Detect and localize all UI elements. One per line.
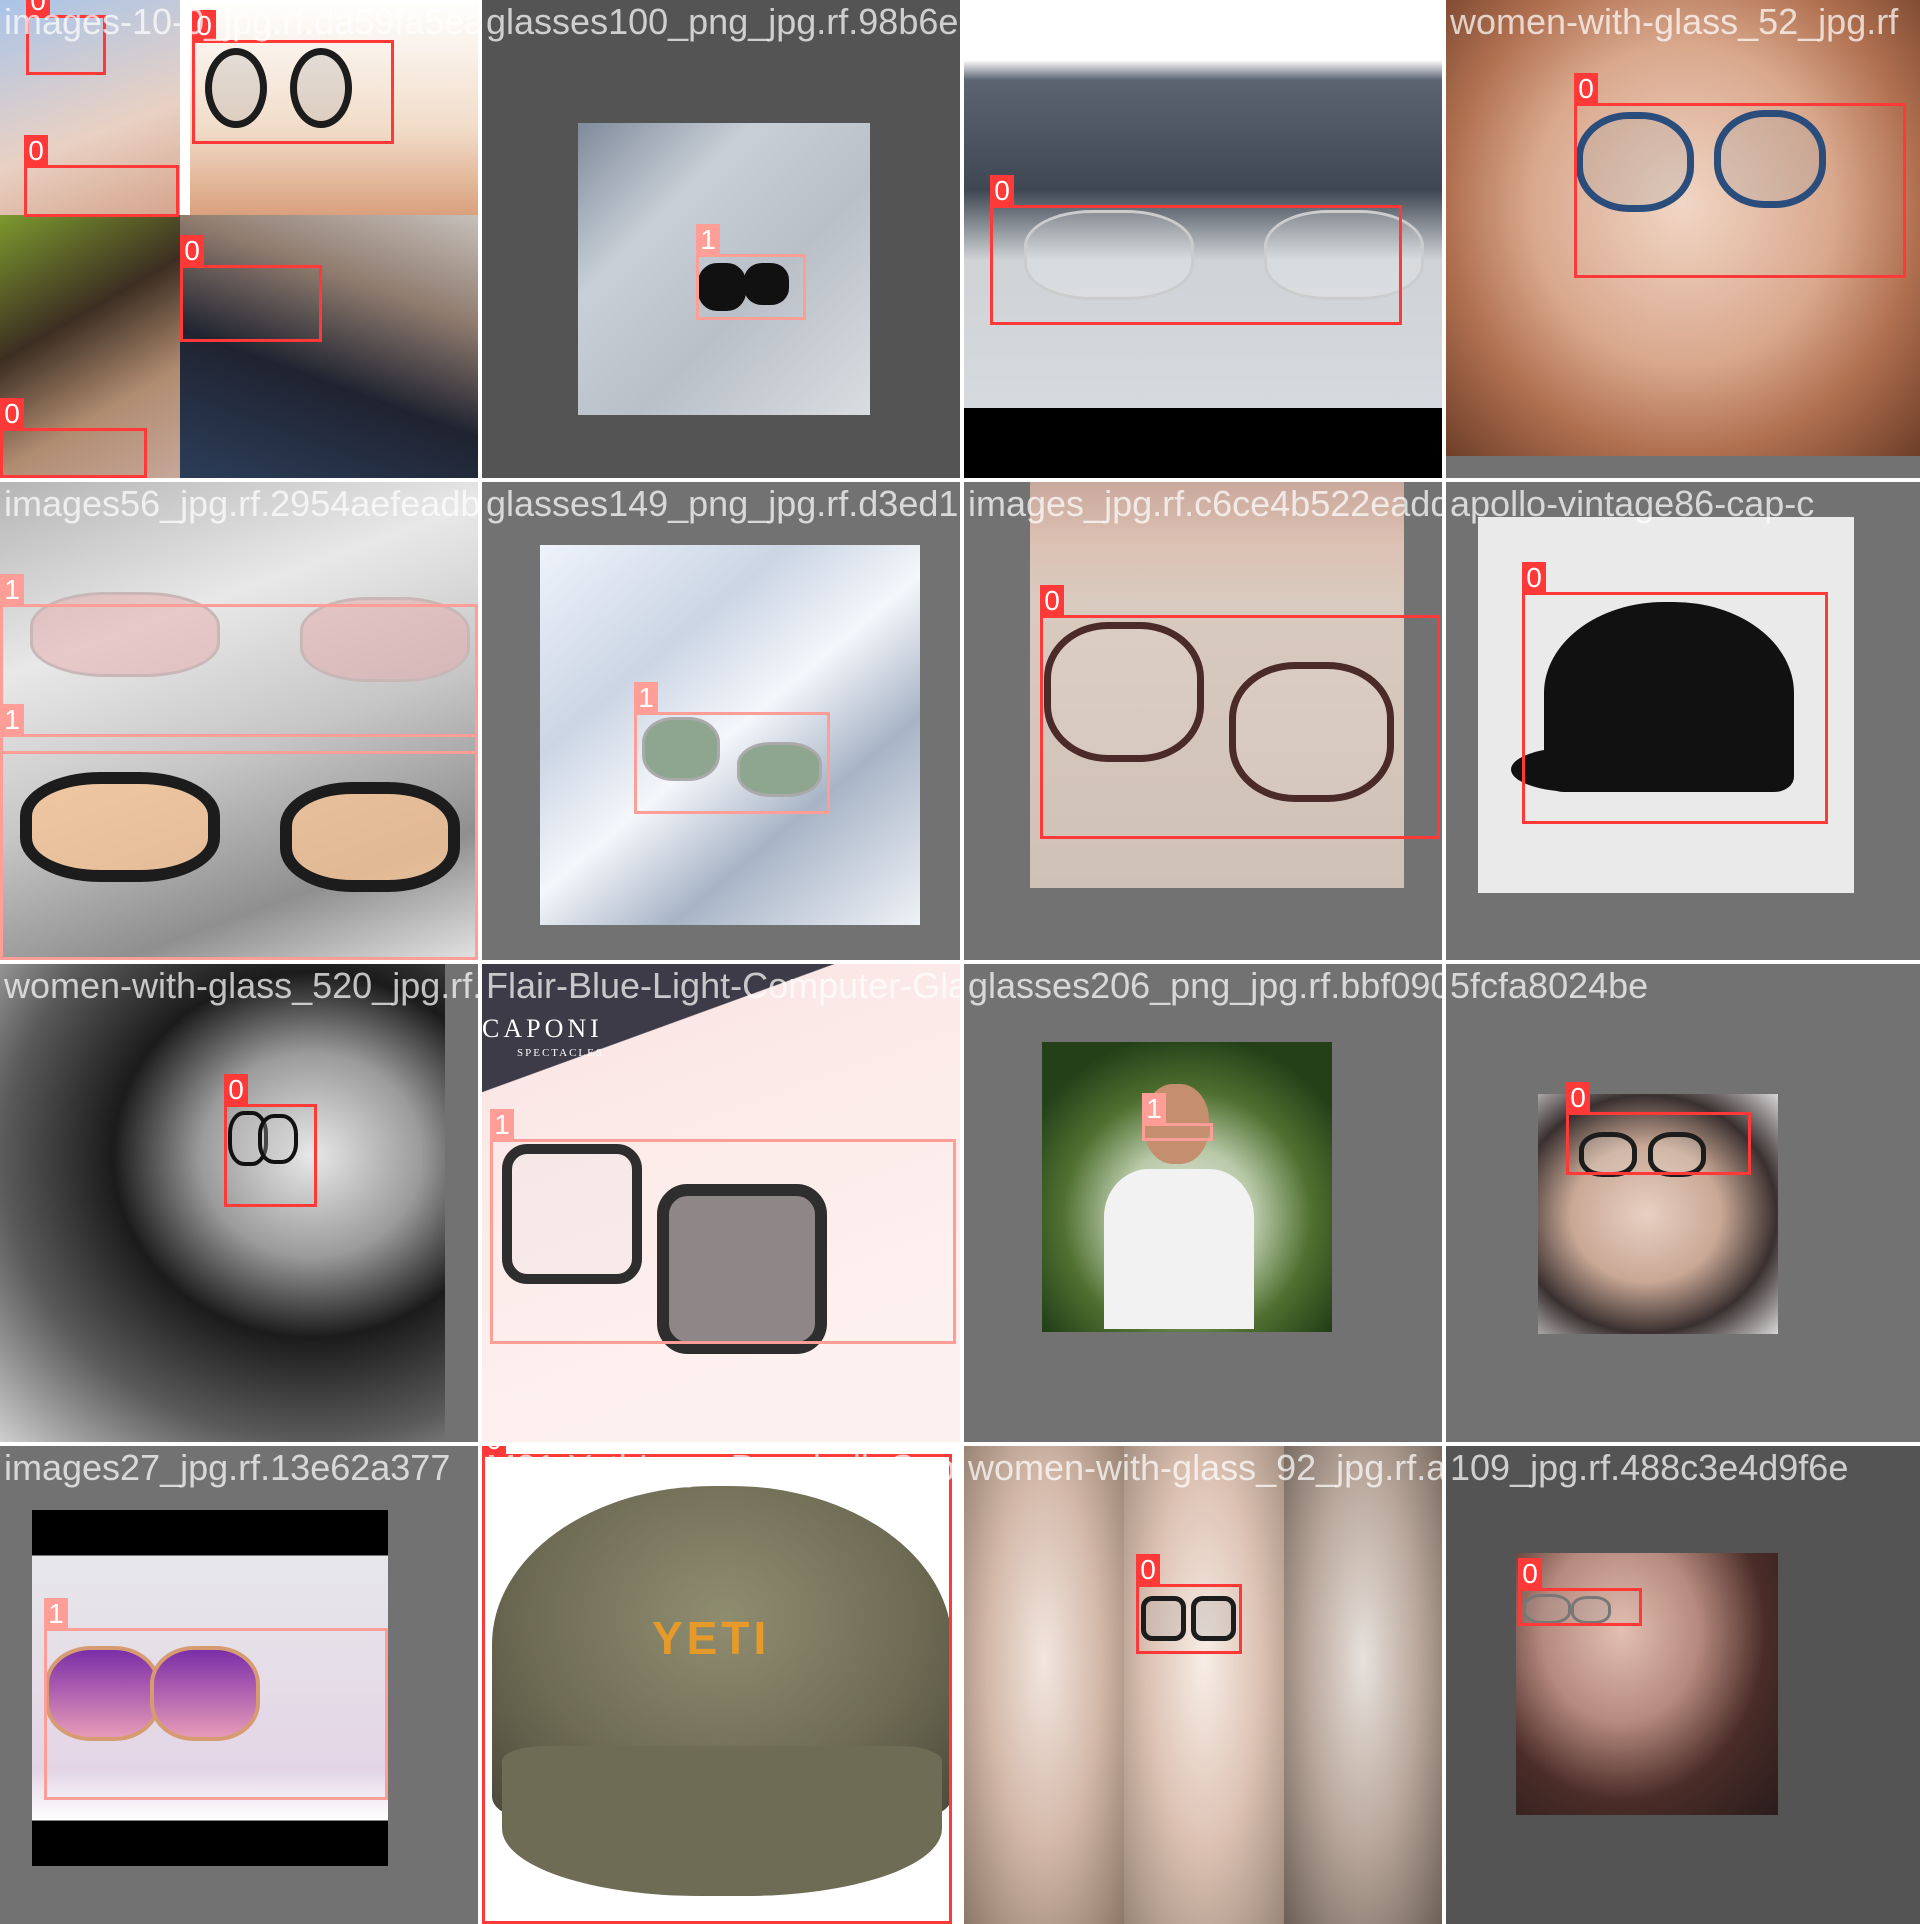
box-label: 0 — [192, 10, 216, 42]
detection-box: 1 — [44, 1598, 388, 1800]
detection-box: 1 — [1142, 1093, 1213, 1141]
mosaic-grid: 0 0 0 0 0 images-10-0_jpg.rf.da59fa5eaaf… — [0, 0, 1920, 1924]
box-label: 0 — [1136, 1554, 1160, 1586]
tile-filename: images27_jpg.rf.13e62a377 — [4, 1447, 451, 1488]
detection-box: 0 — [1518, 1558, 1642, 1626]
tile: 0 apollo-vintage86-cap-c — [1446, 482, 1920, 960]
tile: 0 images_jpg.rf.c6ce4b522eadd1efcf828445 — [964, 482, 1442, 960]
tile: 0 5fcfa8024be — [1446, 964, 1920, 1442]
tile: 1 images27_jpg.rf.13e62a377 — [0, 1446, 478, 1924]
tile: 0 women-with-glass_92_jpg.rf.a24bcfd2d39… — [964, 1446, 1442, 1924]
tile: 0 women-with-glass_52_jpg.rf — [1446, 0, 1920, 478]
detection-box: 0 — [24, 135, 179, 217]
photo — [964, 0, 1442, 408]
detection-box: 1 — [634, 682, 830, 814]
box-label: 1 — [0, 574, 24, 606]
brand-logo: CAPONI — [482, 1014, 603, 1043]
tile: 1 glasses149_png_jpg.rf.d3ed1b8a726cefbe… — [482, 482, 960, 960]
tile: 1 1 images56_jpg.rf.2954aefeadbba4801490… — [0, 482, 478, 960]
photo-strip — [964, 1446, 1124, 1924]
detection-box: 1 — [0, 704, 478, 960]
box-label: 0 — [1518, 1558, 1542, 1590]
box-label: 1 — [44, 1598, 68, 1630]
box-label: 0 — [0, 398, 24, 430]
box-label: 0 — [224, 1074, 248, 1106]
tile-filename: 5fcfa8024be — [1450, 965, 1649, 1006]
box-label: 0 — [482, 1446, 506, 1456]
box-label: 0 — [1566, 1082, 1590, 1114]
tile-filename: glasses100_png_jpg.rf.98b6e6e410247fcf5c — [486, 1, 960, 42]
detection-box: 0 — [990, 175, 1402, 325]
tile: 1 glasses100_png_jpg.rf.98b6e6e410247fcf… — [482, 0, 960, 478]
tile: 0 cdf68a1c1020176_jpg.rf.0abb7494f182eed… — [964, 0, 1442, 478]
detection-box: 0 — [1566, 1082, 1751, 1175]
box-label: 0 — [180, 235, 204, 267]
detection-box: 0 — [0, 398, 147, 478]
box-label: 0 — [1522, 562, 1546, 594]
tile: 0 women-with-glass_520_jpg.rf.a22b3b84a0… — [0, 964, 478, 1442]
box-label: 0 — [1574, 73, 1598, 105]
box-label: 1 — [696, 224, 720, 256]
detection-box: 0 — [224, 1074, 317, 1207]
box-label: 1 — [0, 704, 24, 736]
detection-box: 0 — [192, 10, 394, 144]
detection-box: 0 — [1522, 562, 1828, 824]
tile: 0 0 0 0 0 images-10-0_jpg.rf.da59fa5eaaf… — [0, 0, 478, 478]
box-label: 1 — [1142, 1093, 1166, 1125]
box-label: 0 — [26, 0, 50, 17]
photo-strip — [1124, 1446, 1284, 1924]
box-label: 0 — [990, 175, 1014, 207]
box-label: 1 — [490, 1109, 514, 1141]
tile-filename: 109_jpg.rf.488c3e4d9f6e — [1450, 1447, 1849, 1488]
tile: 0 109_jpg.rf.488c3e4d9f6e — [1446, 1446, 1920, 1924]
detection-box: 0 — [482, 1446, 952, 1924]
box-label: 0 — [1040, 585, 1064, 617]
detection-box: 0 — [1136, 1554, 1242, 1654]
tile: 1 glasses206_png_jpg.rf.bbf090dfaa3024b3… — [964, 964, 1442, 1442]
detection-box: 1 — [490, 1109, 956, 1344]
tile-filename: glasses149_png_jpg.rf.d3ed1b8a726cefbea8… — [486, 483, 960, 524]
tile: YETI 0 M01-Yeti-Logo-Baseball_Cap — [482, 1446, 960, 1924]
photo — [0, 964, 445, 1442]
detection-box: 0 — [180, 235, 322, 342]
detection-box: 0 — [1574, 73, 1906, 278]
box-label: 0 — [24, 135, 48, 167]
person-shirt — [1104, 1169, 1254, 1329]
detection-box: 0 — [1040, 585, 1440, 839]
box-label: 1 — [634, 682, 658, 714]
tile: CAPONI SPECTACLES 1 Flair-Blue-Light-Com… — [482, 964, 960, 1442]
detection-box: 0 — [26, 0, 106, 75]
tile-filename: glasses206_png_jpg.rf.bbf090dfaa3024b379… — [968, 965, 1442, 1006]
detection-box: 1 — [0, 574, 478, 754]
photo-strip — [1284, 1446, 1442, 1924]
detection-box: 1 — [696, 224, 806, 320]
brand-subtitle: SPECTACLES — [517, 1047, 604, 1059]
